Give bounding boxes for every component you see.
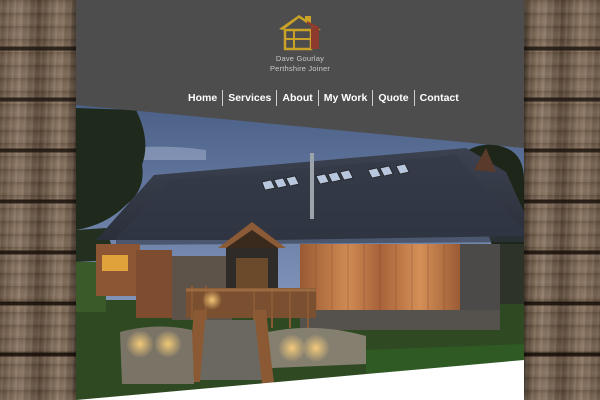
nav-about[interactable]: About xyxy=(277,89,317,107)
nav-services[interactable]: Services xyxy=(223,89,276,107)
nav-home[interactable]: Home xyxy=(183,89,222,107)
wood-background-right xyxy=(524,0,600,400)
website-page: Dave Gourlay Perthshire Joiner Home Serv… xyxy=(76,0,524,400)
house-logo-icon xyxy=(279,15,321,51)
brand-name: Dave Gourlay xyxy=(275,54,325,63)
brand-tagline: Perthshire Joiner xyxy=(269,64,331,73)
nav-contact[interactable]: Contact xyxy=(415,89,464,107)
nav-quote[interactable]: Quote xyxy=(373,89,413,107)
main-nav: Home Services About My Work Quote Contac… xyxy=(183,89,464,107)
wood-background-left xyxy=(0,0,78,400)
nav-my-work[interactable]: My Work xyxy=(319,89,373,107)
